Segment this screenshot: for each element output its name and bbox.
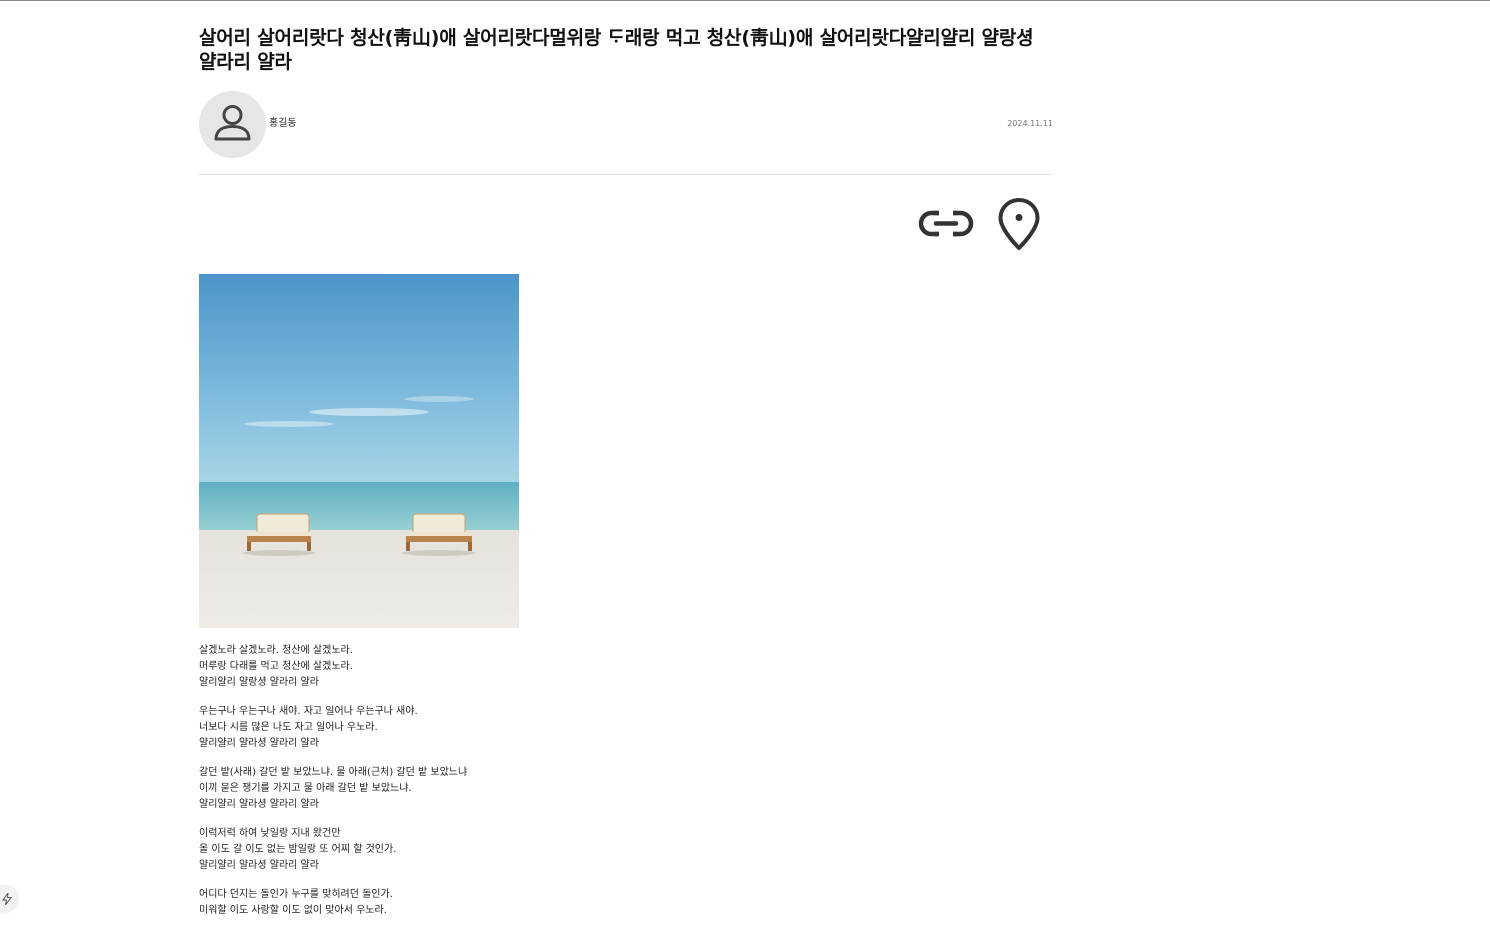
body-line: 얄리얄리 얄라셩 얄라리 얄라 [199,799,319,810]
post-date: 2024.11.11 [1007,119,1053,128]
post-title: 살어리 살어리랏다 청산(靑山)애 살어리랏다멀위랑 ᄃᆞ래랑 먹고 청산(靑山… [199,27,1034,73]
body-line: 살겠노라 살겠노라. 청산에 살겠노라. [199,645,353,656]
body-line: 우는구나 우는구나 새야. 자고 일어나 우는구나 새야. [199,706,418,717]
copy-link-button[interactable] [917,199,975,249]
beach-chairs-image [199,274,519,628]
person-icon [214,105,251,141]
body-line: 머루랑 다래를 먹고 청산에 살겠노라. [199,661,353,672]
body-line: 너보다 시름 많은 나도 자고 일어나 우노라. [199,722,378,733]
body-line: 이럭저럭 하여 낮일랑 지내 왔건만 [199,828,341,839]
author-avatar[interactable] [199,91,266,158]
body-line: 이끼 묻은 쟁기를 가지고 물 아래 갈던 밭 보았느냐. [199,783,412,794]
body-line: 얄리얄리 얄라셩 얄라리 얄라 [199,738,319,749]
link-icon [918,209,974,238]
stanza: 갈던 밭(사래) 갈던 밭 보았느냐. 물 아래(근처) 갈던 밭 보았느냐 이… [199,765,619,813]
browser-top-border [0,0,1490,1]
stanza: 이럭저럭 하여 낮일랑 지내 왔건만 올 이도 갈 이도 없는 밤일랑 또 어찌… [199,826,619,874]
body-line: 갈던 밭(사래) 갈던 밭 보았느냐. 물 아래(근처) 갈던 밭 보았느냐 [199,767,468,778]
stanza: 우는구나 우는구나 새야. 자고 일어나 우는구나 새야. 너보다 시름 많은 … [199,704,619,752]
body-line: 얄리얄리 얄랑셩 얄라리 얄라 [199,677,319,688]
post-body: 살겠노라 살겠노라. 청산에 살겠노라. 머루랑 다래를 먹고 청산에 살겠노라… [199,643,619,932]
lightning-icon [2,893,12,905]
body-line: 어디다 던지는 돌인가 누구를 맞히려던 돌인가. [199,889,393,900]
author-name[interactable]: 홍길동 [269,118,297,130]
body-line: 미워할 이도 사랑할 이도 없이 맞아서 우노라. [199,905,387,916]
post-photo [199,274,519,628]
body-line: 올 이도 갈 이도 없는 밤일랑 또 어찌 할 것인가. [199,844,397,855]
dev-tools-badge[interactable] [0,886,18,912]
stanza: 살겠노라 살겠노라. 청산에 살겠노라. 머루랑 다래를 먹고 청산에 살겠노라… [199,643,619,691]
header-divider [199,174,1053,175]
location-button[interactable] [994,195,1044,253]
stanza: 어디다 던지는 돌인가 누구를 맞히려던 돌인가. 미워할 이도 사랑할 이도 … [199,887,619,919]
author-row: 홍길동 2024.11.11 [199,91,1053,158]
body-line: 얄리얄리 얄라셩 얄라리 얄라 [199,860,319,871]
location-pin-icon [998,198,1040,250]
